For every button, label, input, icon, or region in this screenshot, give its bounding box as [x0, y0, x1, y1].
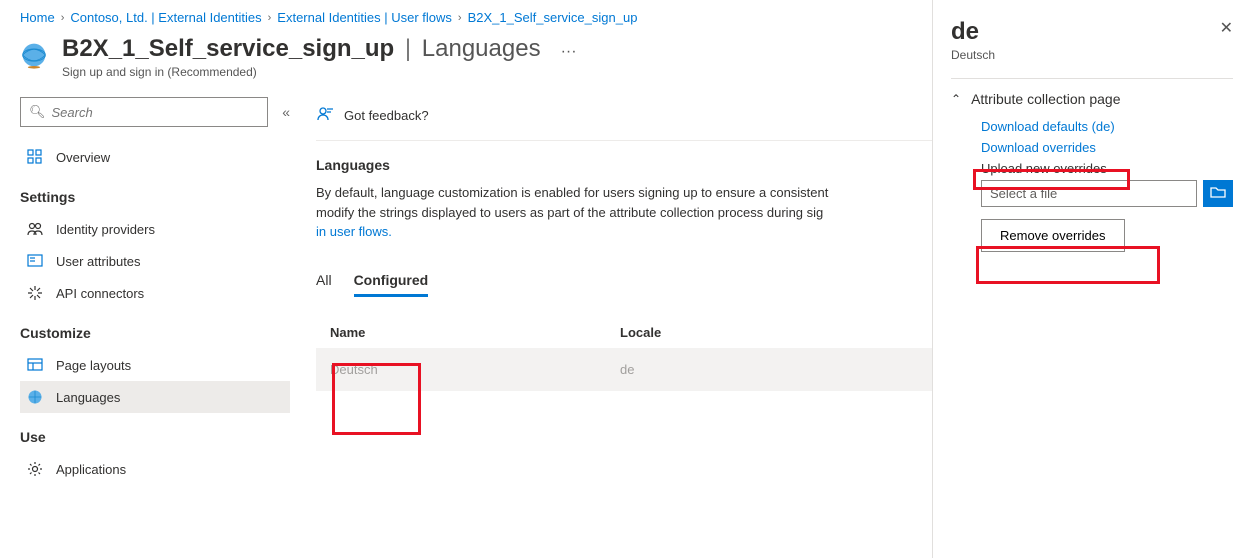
- dashboard-icon: [26, 148, 44, 166]
- collapse-icon[interactable]: «: [282, 104, 290, 120]
- chevron-up-icon: ⌃: [951, 92, 961, 106]
- sidebar-item-label: Overview: [56, 150, 110, 165]
- sidebar-item-label: User attributes: [56, 254, 141, 269]
- upload-label: Upload new overrides: [981, 161, 1233, 176]
- search-input[interactable]: 🔍︎: [20, 97, 268, 127]
- sidebar: 🔍︎ « Overview Settings Identity provider…: [0, 97, 300, 485]
- tab-configured[interactable]: Configured: [354, 266, 429, 297]
- search-field[interactable]: [52, 105, 260, 120]
- sidebar-item-label: Page layouts: [56, 358, 131, 373]
- download-overrides-link[interactable]: Download overrides: [981, 140, 1233, 155]
- feedback-icon: [316, 105, 334, 126]
- body-link[interactable]: in user flows.: [316, 224, 392, 239]
- detail-panel: de Deutsch ✕ ⌃ Attribute collection page…: [932, 0, 1251, 558]
- breadcrumb-sep: ›: [61, 12, 65, 24]
- browse-button[interactable]: [1203, 180, 1233, 207]
- sidebar-item-identity-providers[interactable]: Identity providers: [20, 213, 290, 245]
- page-desc: Sign up and sign in (Recommended): [62, 65, 541, 79]
- page-title: B2X_1_Self_service_sign_up | Languages: [62, 44, 541, 59]
- sidebar-section-customize: Customize: [20, 325, 290, 341]
- breadcrumb-user-flows[interactable]: External Identities | User flows: [277, 10, 452, 25]
- globe-small-icon: [26, 388, 44, 406]
- breadcrumb-sep: ›: [268, 12, 272, 24]
- folder-icon: [1210, 184, 1226, 203]
- breadcrumb-sep: ›: [458, 12, 462, 24]
- breadcrumb-contoso[interactable]: Contoso, Ltd. | External Identities: [70, 10, 261, 25]
- sidebar-item-page-layouts[interactable]: Page layouts: [20, 349, 290, 381]
- gear-icon: [26, 460, 44, 478]
- feedback-label: Got feedback?: [344, 108, 429, 123]
- th-name[interactable]: Name: [330, 325, 620, 340]
- tab-all[interactable]: All: [316, 266, 332, 297]
- sidebar-section-use: Use: [20, 429, 290, 445]
- accordion-title: Attribute collection page: [971, 91, 1120, 107]
- panel-subtitle: Deutsch: [951, 48, 995, 62]
- td-locale: de: [620, 362, 820, 377]
- identity-icon: [26, 220, 44, 238]
- attributes-icon: [26, 252, 44, 270]
- layouts-icon: [26, 356, 44, 374]
- sidebar-item-label: API connectors: [56, 286, 144, 301]
- sidebar-section-settings: Settings: [20, 189, 290, 205]
- sidebar-item-label: Languages: [56, 390, 120, 405]
- connectors-icon: [26, 284, 44, 302]
- file-input[interactable]: Select a file: [981, 180, 1197, 207]
- sidebar-item-overview[interactable]: Overview: [20, 141, 290, 173]
- sidebar-item-api-connectors[interactable]: API connectors: [20, 277, 290, 309]
- remove-overrides-button[interactable]: Remove overrides: [981, 219, 1125, 252]
- breadcrumb-current[interactable]: B2X_1_Self_service_sign_up: [468, 10, 638, 25]
- search-icon: 🔍︎: [29, 104, 46, 120]
- close-icon[interactable]: ✕: [1220, 18, 1233, 38]
- accordion-header[interactable]: ⌃ Attribute collection page: [951, 91, 1233, 107]
- breadcrumb-home[interactable]: Home: [20, 10, 55, 25]
- sidebar-item-label: Identity providers: [56, 222, 155, 237]
- sidebar-item-label: Applications: [56, 462, 126, 477]
- th-locale[interactable]: Locale: [620, 325, 820, 340]
- panel-title: de: [951, 18, 995, 46]
- globe-icon: [20, 41, 48, 69]
- page-subtitle: Languages: [422, 35, 541, 62]
- td-name: Deutsch: [330, 362, 620, 377]
- more-icon[interactable]: ···: [561, 43, 577, 61]
- sidebar-item-applications[interactable]: Applications: [20, 453, 290, 485]
- download-defaults-link[interactable]: Download defaults (de): [981, 119, 1233, 134]
- sidebar-item-languages[interactable]: Languages: [20, 381, 290, 413]
- divider: [951, 78, 1233, 79]
- sidebar-item-user-attributes[interactable]: User attributes: [20, 245, 290, 277]
